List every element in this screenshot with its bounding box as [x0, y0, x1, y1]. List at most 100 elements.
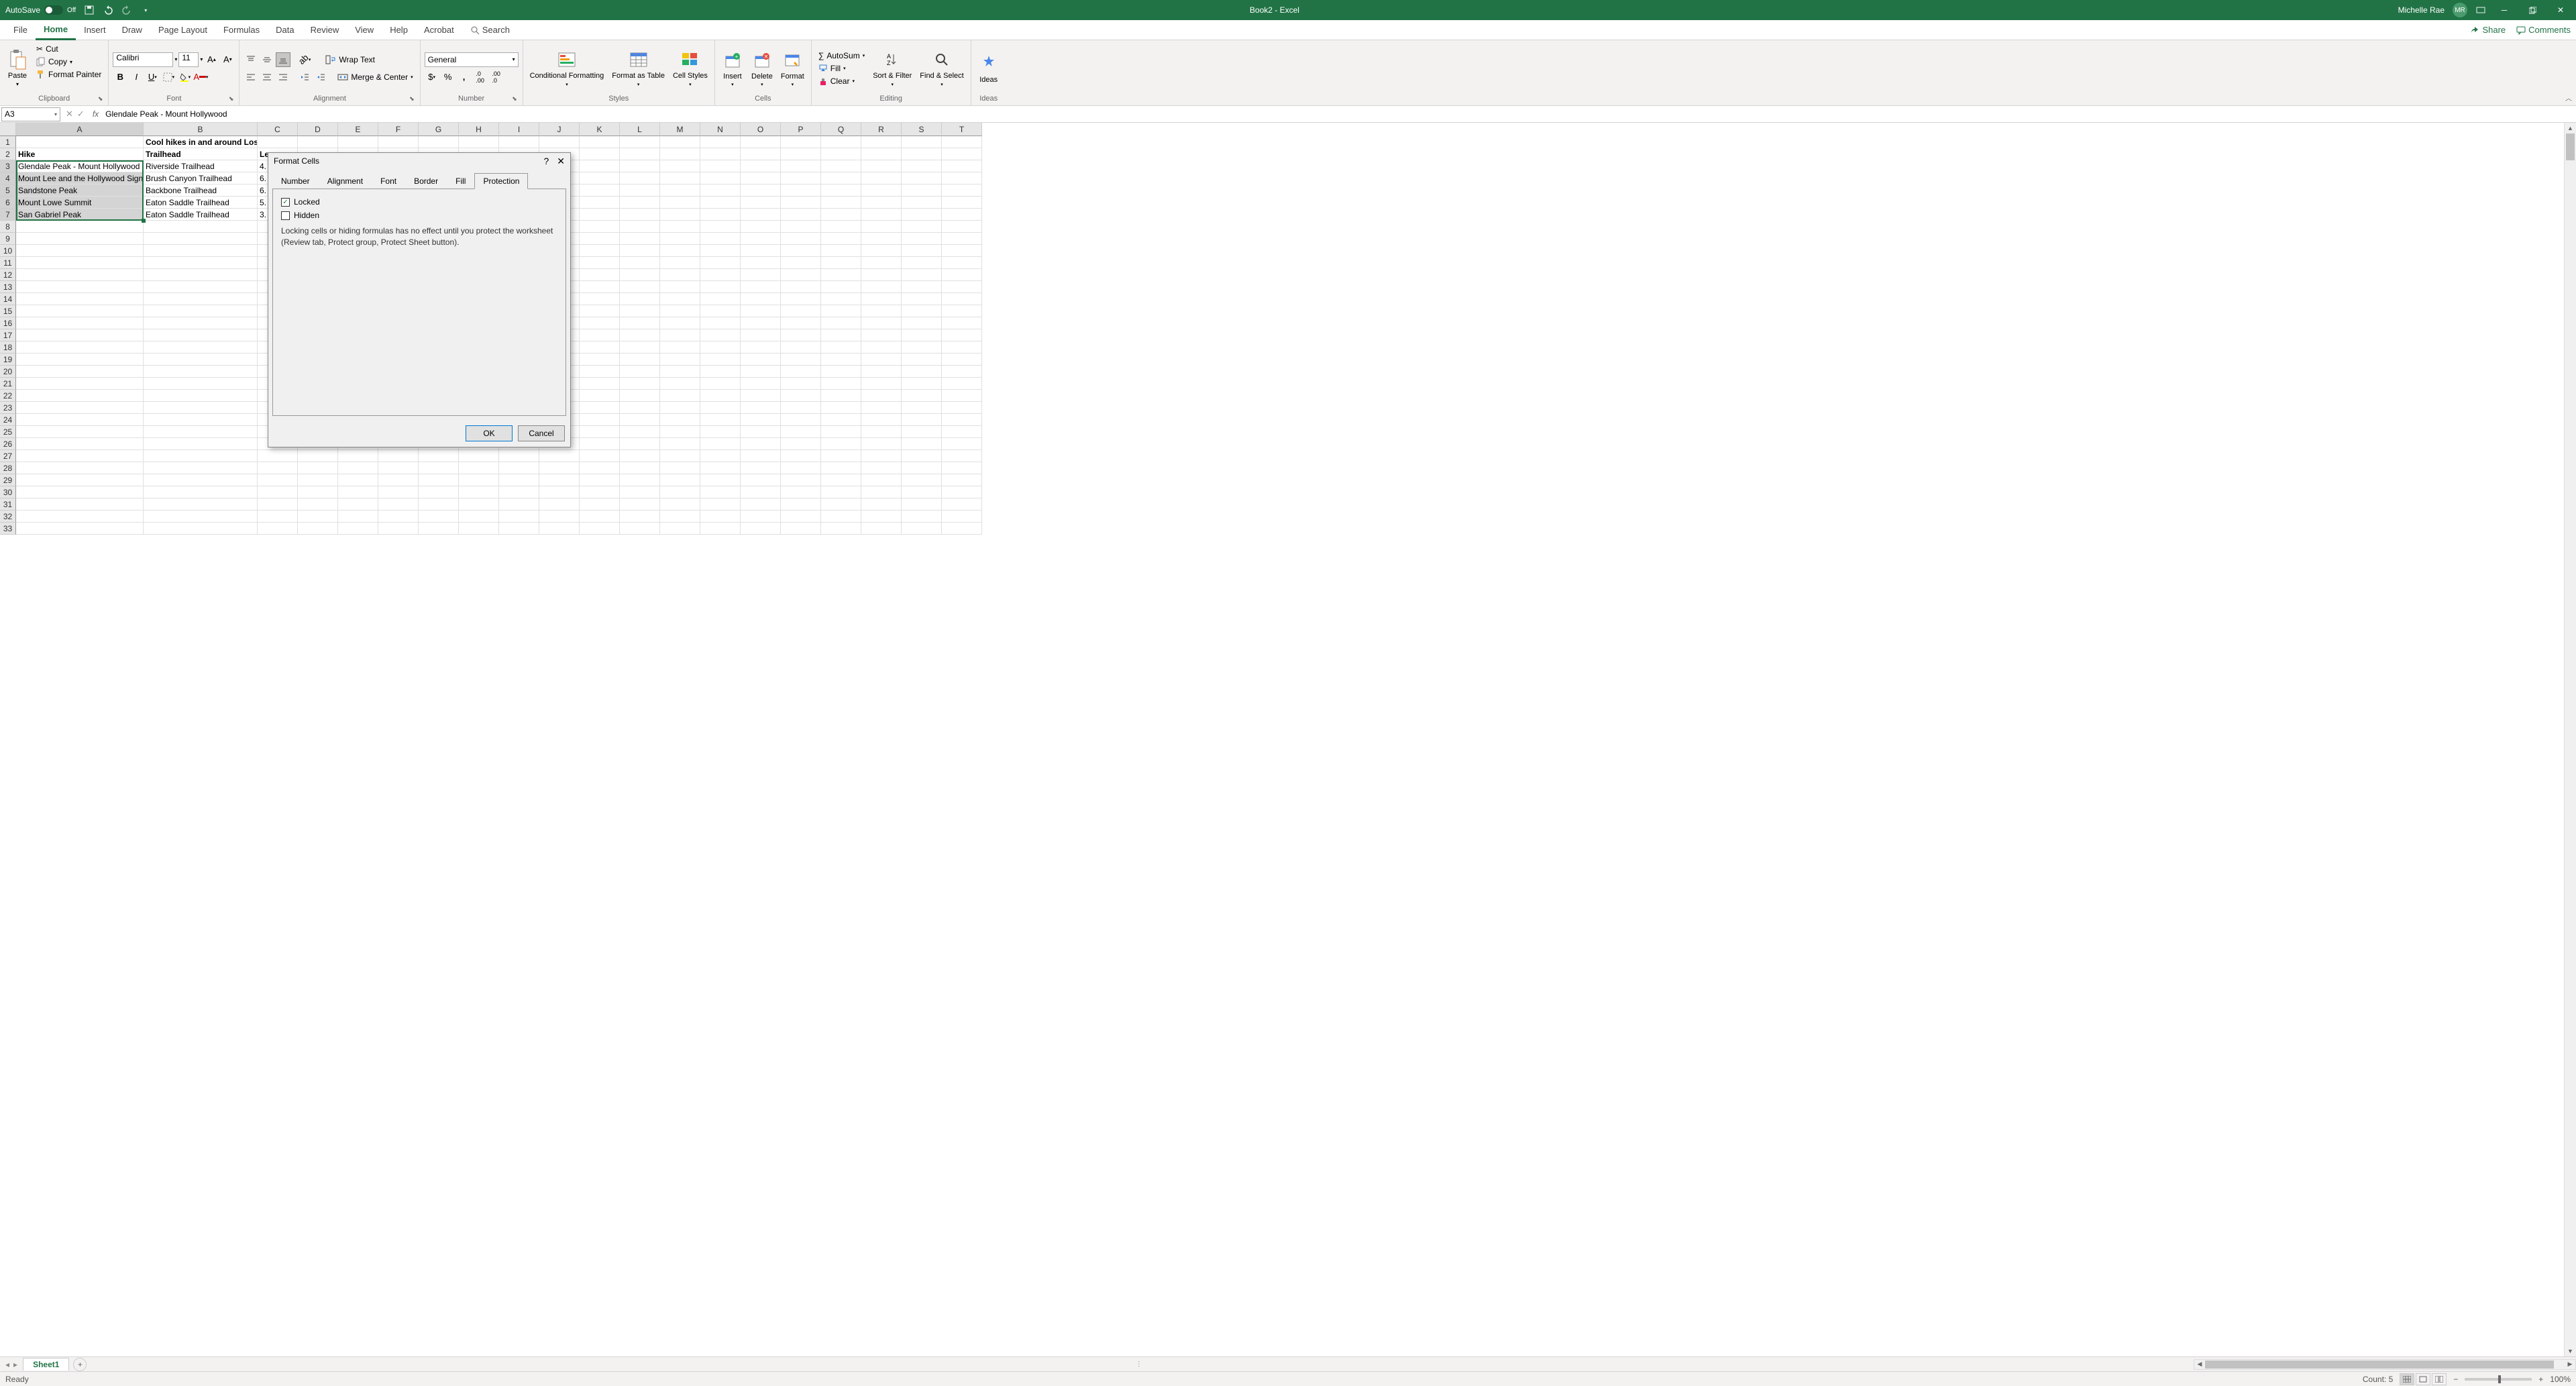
- cell-I31[interactable]: [499, 498, 539, 511]
- cell-F31[interactable]: [378, 498, 419, 511]
- cell-styles-button[interactable]: Cell Styles▾: [670, 43, 710, 93]
- cell-H29[interactable]: [459, 474, 499, 486]
- accounting-format-button[interactable]: $▾: [425, 70, 439, 85]
- formula-input[interactable]: Glendale Peak - Mount Hollywood: [103, 109, 2576, 119]
- column-header-J[interactable]: J: [539, 123, 580, 136]
- cell-H1[interactable]: [459, 136, 499, 148]
- percent-format-button[interactable]: %: [441, 70, 455, 85]
- cell-R32[interactable]: [861, 511, 902, 523]
- cell-S2[interactable]: [902, 148, 942, 160]
- row-header-18[interactable]: 18: [0, 341, 16, 354]
- cell-Q15[interactable]: [821, 305, 861, 317]
- cell-K8[interactable]: [580, 221, 620, 233]
- cell-T21[interactable]: [942, 378, 982, 390]
- cell-M2[interactable]: [660, 148, 700, 160]
- underline-button[interactable]: U▾: [145, 70, 160, 85]
- cell-A11[interactable]: [16, 257, 144, 269]
- cell-J30[interactable]: [539, 486, 580, 498]
- cell-O25[interactable]: [741, 426, 781, 438]
- cell-Q7[interactable]: [821, 209, 861, 221]
- cell-C28[interactable]: [258, 462, 298, 474]
- cell-L23[interactable]: [620, 402, 660, 414]
- cell-Q26[interactable]: [821, 438, 861, 450]
- cell-H30[interactable]: [459, 486, 499, 498]
- cell-S9[interactable]: [902, 233, 942, 245]
- close-button[interactable]: ✕: [2551, 0, 2571, 20]
- cell-P23[interactable]: [781, 402, 821, 414]
- column-header-D[interactable]: D: [298, 123, 338, 136]
- cell-B4[interactable]: Brush Canyon Trailhead: [144, 172, 258, 184]
- cell-N32[interactable]: [700, 511, 741, 523]
- cell-Q20[interactable]: [821, 366, 861, 378]
- increase-font-button[interactable]: A▴: [204, 52, 219, 67]
- cell-S28[interactable]: [902, 462, 942, 474]
- cell-K30[interactable]: [580, 486, 620, 498]
- cell-L20[interactable]: [620, 366, 660, 378]
- cell-C33[interactable]: [258, 523, 298, 535]
- cell-N20[interactable]: [700, 366, 741, 378]
- cell-T20[interactable]: [942, 366, 982, 378]
- hidden-checkbox[interactable]: [281, 211, 290, 220]
- cell-R29[interactable]: [861, 474, 902, 486]
- format-cells-button[interactable]: Format▾: [778, 43, 807, 93]
- cell-R28[interactable]: [861, 462, 902, 474]
- cell-L16[interactable]: [620, 317, 660, 329]
- cell-T22[interactable]: [942, 390, 982, 402]
- cell-T30[interactable]: [942, 486, 982, 498]
- column-header-Q[interactable]: Q: [821, 123, 861, 136]
- cell-L30[interactable]: [620, 486, 660, 498]
- row-header-16[interactable]: 16: [0, 317, 16, 329]
- cell-M29[interactable]: [660, 474, 700, 486]
- cell-L26[interactable]: [620, 438, 660, 450]
- cell-R5[interactable]: [861, 184, 902, 197]
- cell-S33[interactable]: [902, 523, 942, 535]
- cell-N17[interactable]: [700, 329, 741, 341]
- cell-O15[interactable]: [741, 305, 781, 317]
- cell-B16[interactable]: [144, 317, 258, 329]
- cell-M12[interactable]: [660, 269, 700, 281]
- cell-K26[interactable]: [580, 438, 620, 450]
- cell-L9[interactable]: [620, 233, 660, 245]
- cell-T26[interactable]: [942, 438, 982, 450]
- tab-view[interactable]: View: [347, 20, 382, 40]
- cell-B21[interactable]: [144, 378, 258, 390]
- cell-B18[interactable]: [144, 341, 258, 354]
- merge-center-button[interactable]: Merge & Center▾: [335, 71, 415, 83]
- cell-M11[interactable]: [660, 257, 700, 269]
- cell-Q24[interactable]: [821, 414, 861, 426]
- cell-H33[interactable]: [459, 523, 499, 535]
- cell-M28[interactable]: [660, 462, 700, 474]
- cell-P31[interactable]: [781, 498, 821, 511]
- cell-N12[interactable]: [700, 269, 741, 281]
- cell-T5[interactable]: [942, 184, 982, 197]
- cell-S31[interactable]: [902, 498, 942, 511]
- conditional-formatting-button[interactable]: Conditional Formatting▾: [527, 43, 607, 93]
- cell-R3[interactable]: [861, 160, 902, 172]
- cell-C30[interactable]: [258, 486, 298, 498]
- cell-A26[interactable]: [16, 438, 144, 450]
- cell-L21[interactable]: [620, 378, 660, 390]
- cell-N26[interactable]: [700, 438, 741, 450]
- cell-O31[interactable]: [741, 498, 781, 511]
- cell-I30[interactable]: [499, 486, 539, 498]
- cell-T3[interactable]: [942, 160, 982, 172]
- font-name-combo[interactable]: Calibri: [113, 52, 173, 67]
- cell-N9[interactable]: [700, 233, 741, 245]
- cell-N16[interactable]: [700, 317, 741, 329]
- tab-insert[interactable]: Insert: [76, 20, 114, 40]
- cell-P4[interactable]: [781, 172, 821, 184]
- cell-P16[interactable]: [781, 317, 821, 329]
- row-header-5[interactable]: 5: [0, 184, 16, 197]
- orientation-button[interactable]: ab▾: [297, 52, 312, 67]
- cell-N11[interactable]: [700, 257, 741, 269]
- cell-T27[interactable]: [942, 450, 982, 462]
- cell-J33[interactable]: [539, 523, 580, 535]
- cell-F30[interactable]: [378, 486, 419, 498]
- cell-L32[interactable]: [620, 511, 660, 523]
- zoom-out-button[interactable]: −: [2453, 1375, 2458, 1384]
- cell-K18[interactable]: [580, 341, 620, 354]
- row-header-1[interactable]: 1: [0, 136, 16, 148]
- cell-T29[interactable]: [942, 474, 982, 486]
- row-header-30[interactable]: 30: [0, 486, 16, 498]
- cell-L8[interactable]: [620, 221, 660, 233]
